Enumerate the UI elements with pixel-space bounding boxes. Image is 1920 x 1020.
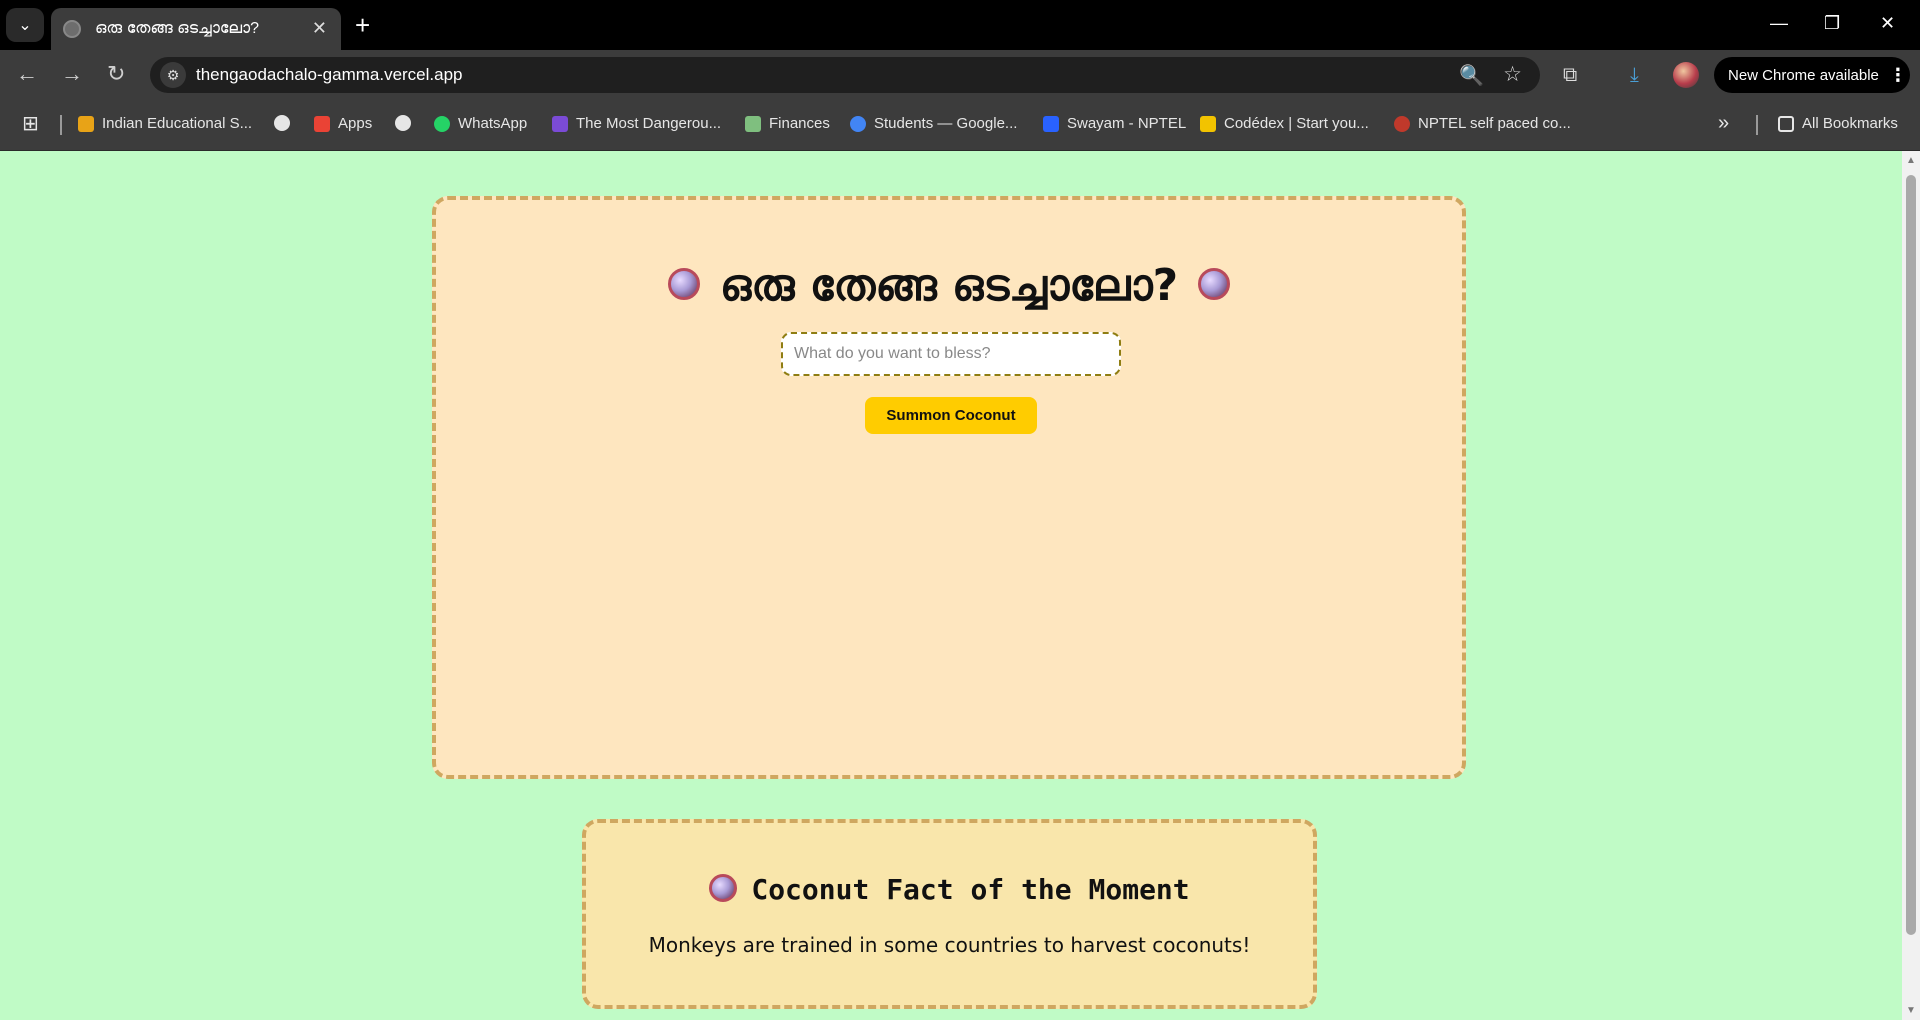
fact-text: Monkeys are trained in some countries to… <box>648 933 1251 957</box>
codedex-icon <box>1200 115 1216 132</box>
back-button[interactable]: ← <box>16 62 38 86</box>
bookmark-item[interactable]: NPTEL self paced co... <box>1394 115 1571 132</box>
google-icon <box>850 115 866 132</box>
bless-input[interactable] <box>781 332 1121 376</box>
bookmark-item[interactable]: Finances <box>745 115 830 132</box>
chrome-update-button[interactable]: New Chrome available ⋮ <box>1714 57 1910 93</box>
swayam-icon <box>1043 115 1059 132</box>
menu-icon[interactable]: ⋮ <box>1889 65 1907 86</box>
tab-title: ഒരു തേങ്ങ ഒടച്ചാലോ? <box>95 20 260 37</box>
globe-icon <box>274 115 290 131</box>
bookmark-item[interactable]: Swayam - NPTEL <box>1043 115 1186 132</box>
bookmark-star-icon[interactable]: ☆ <box>1503 62 1522 87</box>
bookmark-item[interactable] <box>274 115 290 131</box>
minimize-button[interactable]: — <box>1770 12 1788 34</box>
bookmark-item[interactable]: Students — Google... <box>850 115 1017 132</box>
nptel-icon <box>1394 115 1410 132</box>
fact-title-text: Coconut Fact of the Moment <box>751 873 1190 906</box>
bookmark-favicon-icon <box>78 115 94 132</box>
browser-tab-bar: ⌄ ഒരു തേങ്ങ ഒടച്ചാലോ? ✕ + — ❐ ✕ <box>0 0 1920 50</box>
money-icon <box>745 115 761 132</box>
bookmark-item[interactable]: Codédex | Start you... <box>1200 115 1369 132</box>
forward-button[interactable]: → <box>61 62 83 86</box>
fact-card: Coconut Fact of the Moment Monkeys are t… <box>582 819 1317 1009</box>
site-info-icon[interactable]: ⚙ <box>160 62 186 88</box>
coconut-icon <box>709 874 738 902</box>
close-window-button[interactable]: ✕ <box>1880 12 1895 34</box>
scroll-up-icon[interactable]: ▲ <box>1906 155 1916 166</box>
reload-button[interactable]: ↻ <box>107 62 125 86</box>
close-tab-icon[interactable]: ✕ <box>312 19 327 37</box>
bookmark-separator <box>1756 115 1758 135</box>
coconut-icon <box>1198 268 1231 300</box>
folder-icon <box>1778 115 1794 132</box>
apps-grid-icon[interactable]: ⊞ <box>22 111 39 136</box>
bookmark-separator <box>60 115 62 135</box>
page-content: ഒരു തേങ്ങ ഒടച്ചാലോ? Summon Coconut Cocon… <box>0 151 1902 1020</box>
url-text[interactable]: thengaodachalo-gamma.vercel.app <box>196 65 463 85</box>
bookmark-item[interactable]: Indian Educational S... <box>78 115 252 132</box>
bookmarks-bar: ⊞ Indian Educational S... Apps WhatsApp … <box>0 100 1920 151</box>
apps-icon <box>314 115 330 132</box>
profile-avatar[interactable] <box>1673 62 1699 88</box>
scroll-down-icon[interactable]: ▼ <box>1906 1005 1916 1016</box>
bookmark-item[interactable]: WhatsApp <box>434 115 527 132</box>
restore-button[interactable]: ❐ <box>1824 12 1840 34</box>
summon-coconut-button[interactable]: Summon Coconut <box>865 397 1037 434</box>
whatsapp-icon <box>434 115 450 132</box>
download-icon[interactable]: ⤓ <box>1630 63 1639 87</box>
bookmark-item[interactable]: Apps <box>314 115 372 132</box>
scrollbar-thumb[interactable] <box>1906 175 1916 935</box>
fact-title: Coconut Fact of the Moment <box>586 873 1313 906</box>
active-tab[interactable]: ഒരു തേങ്ങ ഒടച്ചാലോ? ✕ <box>51 8 341 50</box>
coconut-icon <box>667 268 700 300</box>
vertical-scrollbar[interactable]: ▲ ▼ <box>1902 151 1920 1020</box>
address-bar[interactable]: ⚙ thengaodachalo-gamma.vercel.app 🔍 ☆ <box>150 57 1540 93</box>
page-heading: ഒരു തേങ്ങ ഒടച്ചാലോ? <box>436 260 1462 311</box>
bookmark-item[interactable]: The Most Dangerou... <box>552 115 721 132</box>
update-label: New Chrome available <box>1728 66 1879 84</box>
main-card: ഒരു തേങ്ങ ഒടച്ചാലോ? Summon Coconut <box>432 196 1466 779</box>
heading-text: ഒരു തേങ്ങ ഒടച്ചാലോ? <box>719 260 1179 311</box>
zoom-icon[interactable]: 🔍 <box>1459 63 1484 88</box>
feather-icon <box>552 115 568 132</box>
globe-icon <box>395 115 411 131</box>
bookmark-item[interactable] <box>395 115 411 131</box>
all-bookmarks-button[interactable]: All Bookmarks <box>1778 115 1898 132</box>
bookmarks-overflow-button[interactable]: » <box>1718 112 1729 135</box>
new-tab-button[interactable]: + <box>355 12 370 38</box>
browser-toolbar: ← → ↻ ⚙ thengaodachalo-gamma.vercel.app … <box>0 50 1920 100</box>
tab-list-button[interactable]: ⌄ <box>6 8 44 42</box>
extensions-icon[interactable]: ⧉ <box>1563 63 1577 87</box>
chevron-down-icon: ⌄ <box>18 17 32 34</box>
globe-icon <box>63 20 81 38</box>
